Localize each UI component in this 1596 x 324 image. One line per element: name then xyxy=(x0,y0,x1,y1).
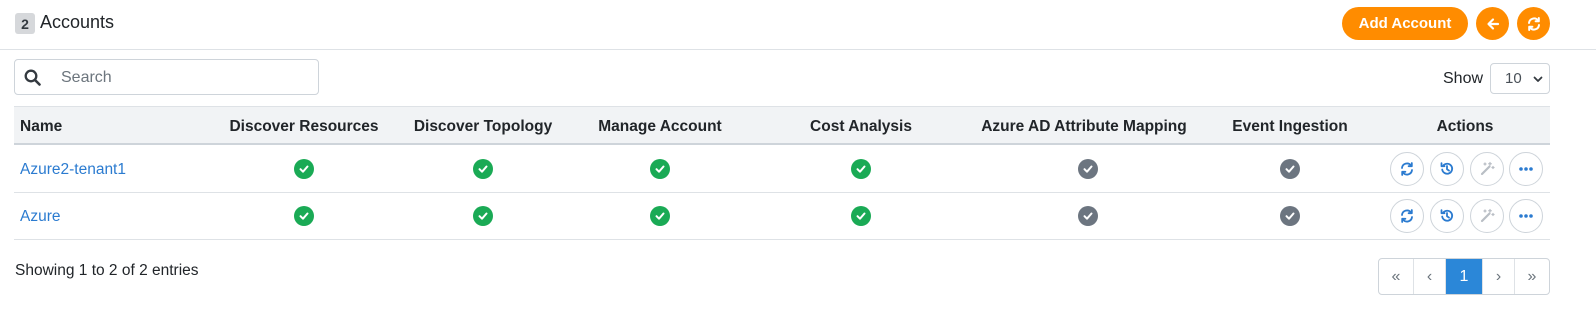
column-header-actions: Actions xyxy=(1436,118,1494,135)
next-page-button[interactable]: › xyxy=(1483,259,1515,294)
prev-page-button[interactable]: ‹ xyxy=(1414,259,1446,294)
more-options-icon xyxy=(1519,167,1533,171)
arrow-left-icon xyxy=(1486,17,1499,30)
search-input[interactable] xyxy=(59,61,313,95)
page-title: Accounts xyxy=(40,12,115,32)
search-icon xyxy=(24,69,41,86)
column-header-cost-analysis[interactable]: Cost Analysis xyxy=(810,118,912,136)
check-icon xyxy=(1280,206,1300,226)
column-header-manage-account[interactable]: Manage Account xyxy=(598,118,721,136)
magic-wand-button[interactable] xyxy=(1470,152,1504,186)
chevron-down-icon xyxy=(1533,76,1543,82)
more-options-button[interactable] xyxy=(1509,199,1543,233)
column-header-name[interactable]: Name xyxy=(20,118,62,136)
check-icon xyxy=(473,159,493,179)
table-row xyxy=(14,193,1550,240)
show-label: Show xyxy=(1443,70,1484,87)
page-header: 2 Accounts Add Account xyxy=(0,0,1596,50)
entries-summary: Showing 1 to 2 of 2 entries xyxy=(15,262,199,279)
page-1-button[interactable]: 1 xyxy=(1446,259,1483,294)
history-button[interactable] xyxy=(1430,199,1464,233)
check-icon xyxy=(851,159,871,179)
magic-wand-button[interactable] xyxy=(1470,199,1504,233)
check-icon xyxy=(294,206,314,226)
check-icon xyxy=(650,159,670,179)
sync-icon xyxy=(1401,162,1413,176)
check-icon xyxy=(1078,159,1098,179)
check-icon xyxy=(1078,206,1098,226)
history-button[interactable] xyxy=(1430,152,1464,186)
table-row xyxy=(14,146,1550,193)
account-name-link[interactable]: Azure2-tenant1 xyxy=(20,161,126,179)
add-account-button[interactable]: Add Account xyxy=(1342,7,1468,40)
page-size-value: 10 xyxy=(1505,70,1522,87)
check-icon xyxy=(294,159,314,179)
sync-icon xyxy=(1401,209,1413,223)
search-box[interactable] xyxy=(14,59,319,95)
check-icon xyxy=(851,206,871,226)
column-header-azure-ad-mapping[interactable]: Azure AD Attribute Mapping xyxy=(981,118,1187,136)
pagination: « ‹ 1 › » xyxy=(1378,258,1550,295)
column-header-discover-resources[interactable]: Discover Resources xyxy=(229,118,378,136)
refresh-icon xyxy=(1527,16,1540,31)
sync-button[interactable] xyxy=(1390,199,1424,233)
more-options-button[interactable] xyxy=(1509,152,1543,186)
magic-wand-icon xyxy=(1480,161,1495,176)
back-button[interactable] xyxy=(1476,7,1509,40)
page-size-select[interactable]: 10 xyxy=(1490,63,1550,94)
more-options-icon xyxy=(1519,214,1533,218)
sync-button[interactable] xyxy=(1390,152,1424,186)
check-icon xyxy=(473,206,493,226)
column-header-event-ingestion[interactable]: Event Ingestion xyxy=(1232,118,1347,136)
account-name-link[interactable]: Azure xyxy=(20,208,61,226)
check-icon xyxy=(650,206,670,226)
first-page-button[interactable]: « xyxy=(1379,259,1414,294)
count-badge: 2 xyxy=(15,13,35,34)
history-icon xyxy=(1440,209,1454,222)
column-header-discover-topology[interactable]: Discover Topology xyxy=(414,118,552,136)
last-page-button[interactable]: » xyxy=(1515,259,1549,294)
magic-wand-icon xyxy=(1480,208,1495,223)
check-icon xyxy=(1280,159,1300,179)
refresh-button[interactable] xyxy=(1517,7,1550,40)
history-icon xyxy=(1440,162,1454,175)
